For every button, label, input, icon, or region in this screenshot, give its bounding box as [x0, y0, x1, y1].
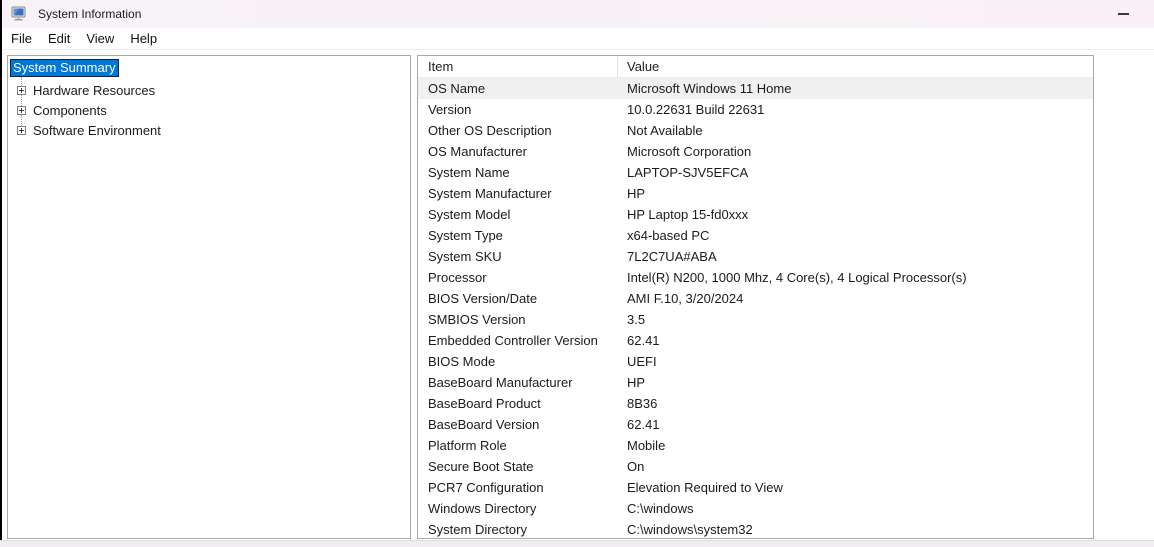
table-row[interactable]: PCR7 Configuration Elevation Required to …: [418, 477, 1093, 498]
row-item-cell: Platform Role: [428, 438, 507, 453]
expand-plus-icon[interactable]: [17, 105, 26, 115]
row-value-cell: C:\windows\system32: [627, 522, 753, 537]
row-item-cell: BaseBoard Version: [428, 417, 540, 432]
row-item-cell: SMBIOS Version: [428, 312, 526, 327]
category-tree-panel: System Summary Hardware Resources Compone…: [7, 55, 411, 539]
row-item-cell: Secure Boot State: [428, 459, 534, 474]
content-area: System Summary Hardware Resources Compone…: [0, 50, 1154, 547]
minimize-icon: [1117, 13, 1129, 15]
menu-item-file[interactable]: File: [3, 29, 40, 48]
menu-item-edit[interactable]: Edit: [40, 29, 78, 48]
row-item-cell: PCR7 Configuration: [428, 480, 544, 495]
tree-item-software-environment[interactable]: Software Environment: [8, 120, 410, 140]
menu-item-help[interactable]: Help: [122, 29, 165, 48]
status-strip: [0, 540, 1154, 547]
list-body: OS Name Microsoft Windows 11 Home Version 1…: [418, 78, 1093, 538]
row-value-cell: On: [627, 459, 645, 474]
row-value-cell: Mobile: [627, 438, 666, 453]
row-value-cell: 7L2C7UA#ABA: [627, 249, 717, 264]
table-row[interactable]: Other OS Description Not Available: [418, 120, 1093, 141]
tree-item-label: Components: [33, 102, 107, 118]
row-value-cell: Elevation Required to View: [627, 480, 783, 495]
row-item-cell: Processor: [428, 270, 487, 285]
table-row[interactable]: OS Manufacturer Microsoft Corporation: [418, 141, 1093, 162]
table-row[interactable]: Processor Intel(R) N200, 1000 Mhz, 4 Core…: [418, 267, 1093, 288]
table-row[interactable]: BaseBoard Product 8B36: [418, 393, 1093, 414]
row-item-cell: Windows Directory: [428, 501, 537, 516]
row-item-cell: Embedded Controller Version: [428, 333, 598, 348]
table-row[interactable]: System Type x64-based PC: [418, 225, 1093, 246]
row-value-cell: Intel(R) N200, 1000 Mhz, 4 Core(s), 4 Lo…: [627, 270, 967, 285]
row-value-cell: HP Laptop 15-fd0xxx: [627, 207, 749, 222]
table-row[interactable]: System Model HP Laptop 15-fd0xxx: [418, 204, 1093, 225]
row-item-cell: System Model: [428, 207, 511, 222]
minimize-button[interactable]: [1100, 0, 1146, 28]
row-value-cell: HP: [627, 186, 646, 201]
row-item-cell: Other OS Description: [428, 123, 552, 138]
table-row[interactable]: Secure Boot State On: [418, 456, 1093, 477]
row-value-cell: AMI F.10, 3/20/2024: [627, 291, 744, 306]
row-value-cell: Not Available: [627, 123, 703, 138]
window-title: System Information: [38, 7, 142, 21]
column-header-value[interactable]: Value: [618, 56, 1093, 77]
tree-item-system-summary[interactable]: System Summary: [10, 59, 119, 77]
table-row[interactable]: System SKU 7L2C7UA#ABA: [418, 246, 1093, 267]
tree-item-label: Hardware Resources: [33, 82, 156, 98]
row-value-cell: UEFI: [627, 354, 657, 369]
row-item-cell: OS Name: [428, 81, 486, 96]
row-value-cell: x64-based PC: [627, 228, 710, 243]
tree-children: Hardware Resources Components Software Env…: [8, 77, 410, 140]
table-row[interactable]: OS Name Microsoft Windows 11 Home: [418, 78, 1093, 99]
list-header: Item Value: [418, 56, 1093, 78]
menu-item-view[interactable]: View: [78, 29, 122, 48]
row-value-cell: 10.0.22631 Build 22631: [627, 102, 765, 117]
row-item-cell: System SKU: [428, 249, 502, 264]
row-item-cell: BaseBoard Product: [428, 396, 541, 411]
row-item-cell: System Name: [428, 165, 510, 180]
column-header-item[interactable]: Item: [418, 56, 618, 77]
details-list-panel: Item Value OS Name Microsoft Windows 11 H…: [417, 55, 1094, 539]
table-row[interactable]: Windows Directory C:\windows: [418, 498, 1093, 519]
tree-item-hardware-resources[interactable]: Hardware Resources: [8, 80, 410, 100]
row-item-cell: BaseBoard Manufacturer: [428, 375, 573, 390]
expand-plus-icon[interactable]: [17, 125, 26, 135]
table-row[interactable]: Platform Role Mobile: [418, 435, 1093, 456]
row-item-cell: System Manufacturer: [428, 186, 552, 201]
row-value-cell: 3.5: [627, 312, 646, 327]
row-value-cell: Microsoft Corporation: [627, 144, 752, 159]
title-bar: System Information: [2, 0, 1154, 28]
row-item-cell: Version: [428, 102, 472, 117]
expand-plus-icon[interactable]: [17, 85, 26, 95]
row-value-cell: LAPTOP-SJV5EFCA: [627, 165, 749, 180]
tree-item-components[interactable]: Components: [8, 100, 410, 120]
row-item-cell: BIOS Mode: [428, 354, 496, 369]
tree-item-label: Software Environment: [33, 122, 161, 138]
row-item-cell: System Directory: [428, 522, 527, 537]
table-row[interactable]: Embedded Controller Version 62.41: [418, 330, 1093, 351]
system-information-app-icon: [11, 6, 28, 22]
table-row[interactable]: BIOS Mode UEFI: [418, 351, 1093, 372]
row-value-cell: Microsoft Windows 11 Home: [627, 81, 792, 96]
row-item-cell: System Type: [428, 228, 503, 243]
row-value-cell: 8B36: [627, 396, 658, 411]
row-value-cell: C:\windows: [627, 501, 694, 516]
row-value-cell: 62.41: [627, 333, 660, 348]
table-row[interactable]: SMBIOS Version 3.5: [418, 309, 1093, 330]
table-row[interactable]: BaseBoard Manufacturer HP: [418, 372, 1093, 393]
row-item-cell: BIOS Version/Date: [428, 291, 538, 306]
row-value-cell: HP: [627, 375, 646, 390]
table-row[interactable]: Version 10.0.22631 Build 22631: [418, 99, 1093, 120]
row-value-cell: 62.41: [627, 417, 660, 432]
menu-bar: File Edit View Help: [2, 28, 1154, 50]
table-row[interactable]: System Manufacturer HP: [418, 183, 1093, 204]
table-row[interactable]: System Directory C:\windows\system32: [418, 519, 1093, 538]
table-row[interactable]: BIOS Version/Date AMI F.10, 3/20/2024: [418, 288, 1093, 309]
row-item-cell: OS Manufacturer: [428, 144, 527, 159]
table-row[interactable]: System Name LAPTOP-SJV5EFCA: [418, 162, 1093, 183]
table-row[interactable]: BaseBoard Version 62.41: [418, 414, 1093, 435]
